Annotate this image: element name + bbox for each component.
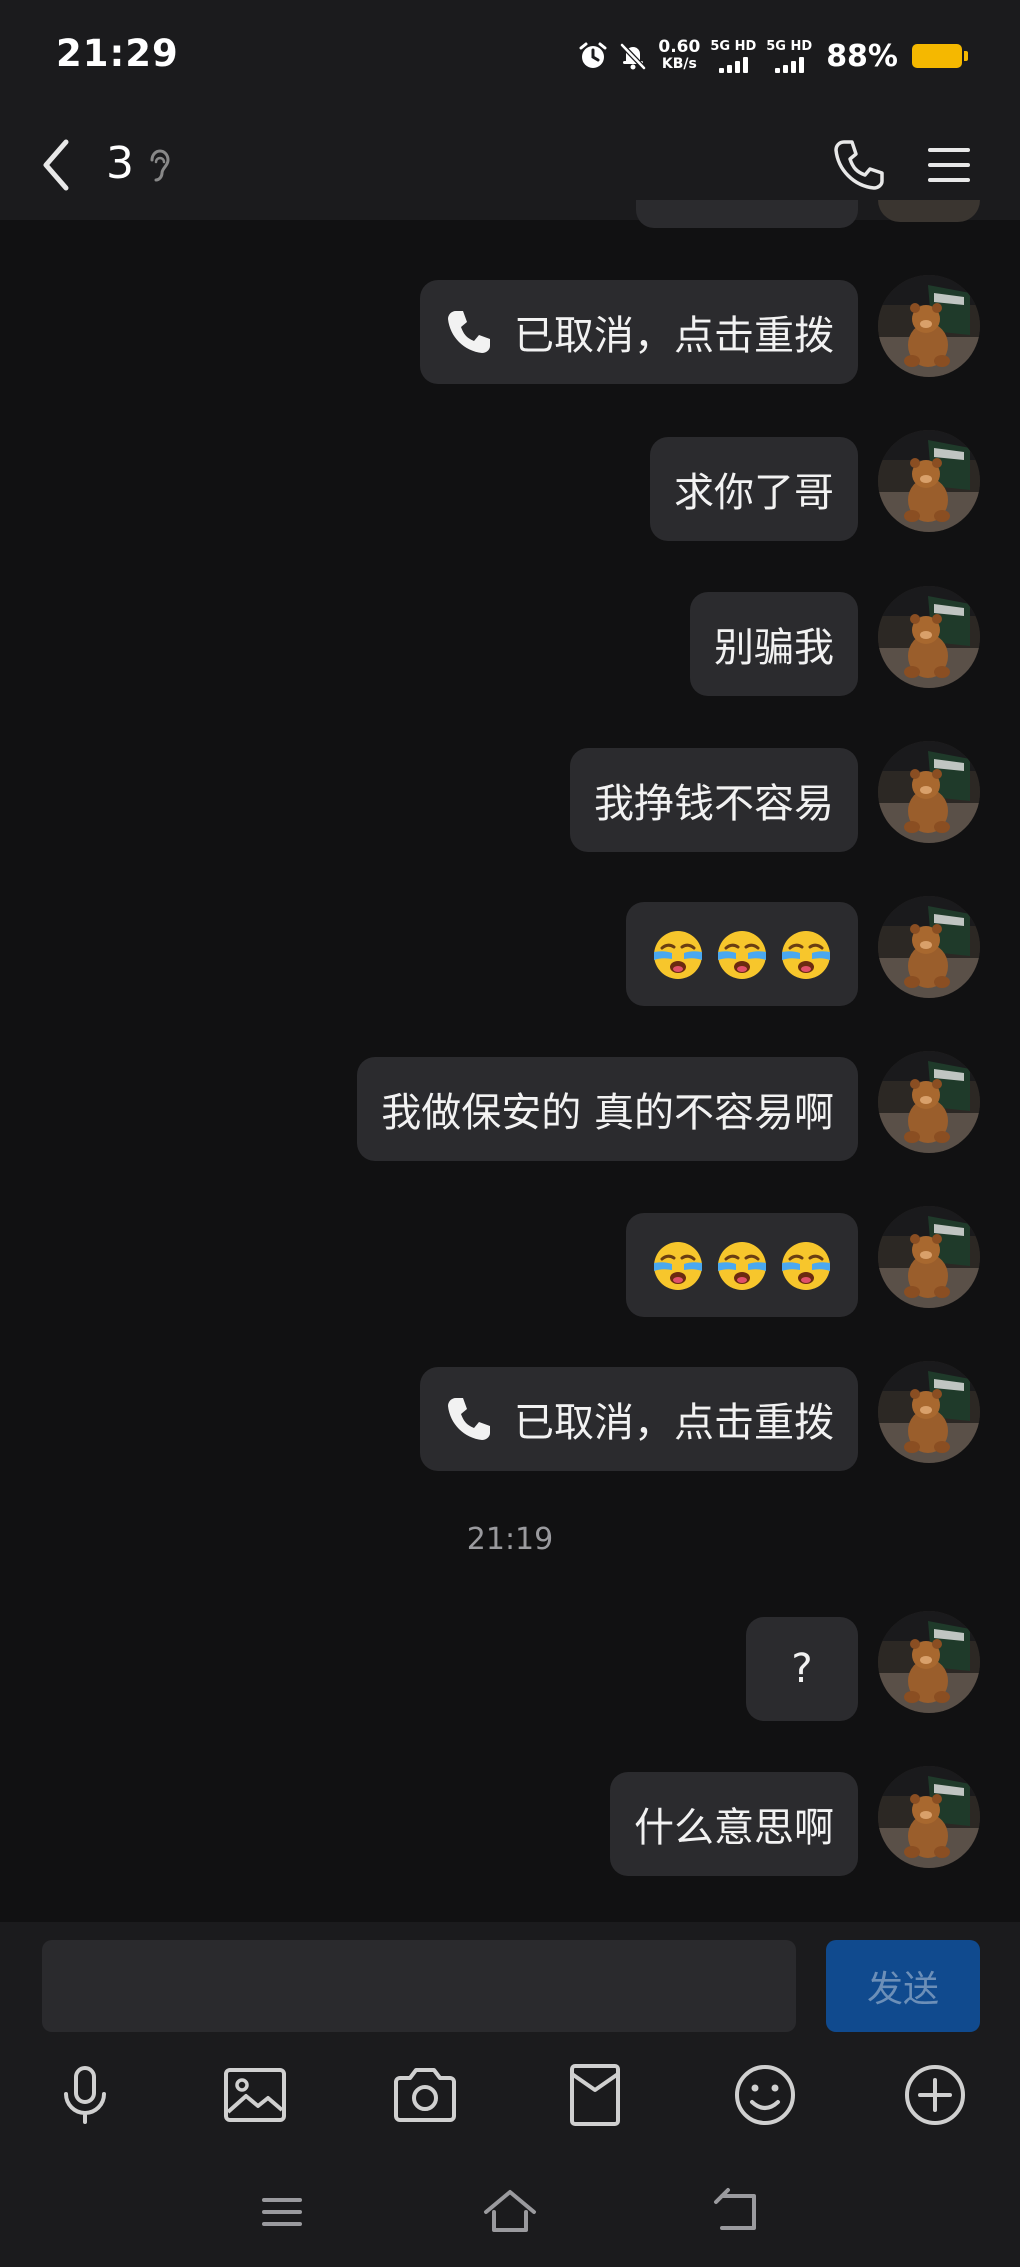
chat-toolbar	[0, 2042, 1020, 2152]
message-bubble[interactable]: 我挣钱不容易	[570, 748, 858, 852]
message-bubble[interactable]: ?	[746, 1617, 858, 1721]
message-text: ?	[791, 1646, 813, 1692]
message-input[interactable]	[42, 1940, 796, 2032]
avatar[interactable]	[878, 430, 980, 532]
sim2-label: 5G HD	[766, 38, 813, 54]
emoji-message-bubble[interactable]	[626, 1213, 858, 1317]
avatar[interactable]	[878, 586, 980, 688]
message-text: 我做保安的 真的不容易啊	[381, 1090, 834, 1136]
call-message-bubble[interactable]: 已取消，点击重拨	[420, 280, 858, 384]
recent-apps-icon[interactable]	[252, 2182, 312, 2242]
partial-message-bubble	[636, 200, 858, 228]
call-message-bubble[interactable]: 已取消，点击重拨	[420, 1367, 858, 1471]
message-bubble[interactable]: 我做保安的 真的不容易啊	[357, 1057, 858, 1161]
crying-face-emoji-icon	[714, 926, 770, 982]
sim1-label: 5G HD	[710, 38, 757, 54]
bell-muted-icon	[620, 43, 647, 70]
signal-bars-icon	[718, 56, 748, 73]
avatar	[878, 200, 980, 222]
message-bubble[interactable]: 什么意思啊	[610, 1772, 858, 1876]
signal-bars-icon	[774, 56, 804, 73]
crying-face-emoji-icon	[778, 926, 834, 982]
ear-icon	[150, 149, 170, 182]
battery-percent: 88%	[826, 38, 898, 74]
alarm-icon	[579, 42, 607, 68]
menu-icon[interactable]	[926, 140, 972, 190]
sim2-signal: 5G HD	[766, 38, 813, 73]
emoji-group	[650, 926, 834, 982]
avatar[interactable]	[878, 275, 980, 377]
network-speed: 0.60 KB/s	[658, 39, 700, 73]
message-text: 已取消，点击重拨	[514, 313, 834, 359]
crying-face-emoji-icon	[778, 1237, 834, 1293]
image-icon[interactable]	[220, 2060, 290, 2130]
avatar[interactable]	[878, 741, 980, 843]
send-button[interactable]: 发送	[826, 1940, 980, 2032]
camera-icon[interactable]	[390, 2060, 460, 2130]
message-text: 什么意思啊	[634, 1805, 834, 1851]
phone-icon	[448, 311, 490, 353]
crying-face-emoji-icon	[650, 1237, 706, 1293]
status-time: 21:29	[56, 32, 179, 75]
message-timestamp: 21:19	[466, 1522, 554, 1557]
home-icon[interactable]	[480, 2182, 540, 2242]
avatar[interactable]	[878, 1361, 980, 1463]
input-bar: 发送	[0, 1922, 1020, 2042]
back-arrow-icon[interactable]	[36, 132, 76, 198]
avatar[interactable]	[878, 1611, 980, 1713]
status-bar: 21:29 0.60 KB/s 5G HD 5G HD 88%	[0, 0, 1020, 110]
message-bubble[interactable]: 求你了哥	[650, 437, 858, 541]
network-speed-unit: KB/s	[661, 56, 697, 72]
message-bubble[interactable]: 别骗我	[690, 592, 858, 696]
avatar[interactable]	[878, 1206, 980, 1308]
microphone-icon[interactable]	[50, 2060, 120, 2130]
phone-icon	[448, 1398, 490, 1440]
crying-face-emoji-icon	[714, 1237, 770, 1293]
message-text: 别骗我	[714, 625, 834, 671]
plus-icon[interactable]	[900, 2060, 970, 2130]
phone-icon[interactable]	[830, 136, 888, 194]
emoji-message-bubble[interactable]	[626, 902, 858, 1006]
battery-icon	[912, 44, 968, 68]
avatar[interactable]	[878, 896, 980, 998]
chat-header: 3	[0, 110, 1020, 220]
avatar[interactable]	[878, 1766, 980, 1868]
sim1-signal: 5G HD	[710, 38, 757, 73]
avatar[interactable]	[878, 1051, 980, 1153]
chat-title[interactable]: 3	[106, 138, 134, 189]
emoji-icon[interactable]	[730, 2060, 800, 2130]
message-text: 我挣钱不容易	[594, 781, 834, 827]
system-nav-bar	[0, 2152, 1020, 2267]
crying-face-emoji-icon	[650, 926, 706, 982]
network-speed-value: 0.60	[658, 37, 701, 57]
status-icons: 0.60 KB/s 5G HD 5G HD 88%	[578, 34, 968, 78]
red-packet-icon[interactable]	[560, 2060, 630, 2130]
emoji-group	[650, 1237, 834, 1293]
message-text: 已取消，点击重拨	[514, 1400, 834, 1446]
message-text: 求你了哥	[674, 470, 834, 516]
back-icon[interactable]	[708, 2182, 768, 2242]
